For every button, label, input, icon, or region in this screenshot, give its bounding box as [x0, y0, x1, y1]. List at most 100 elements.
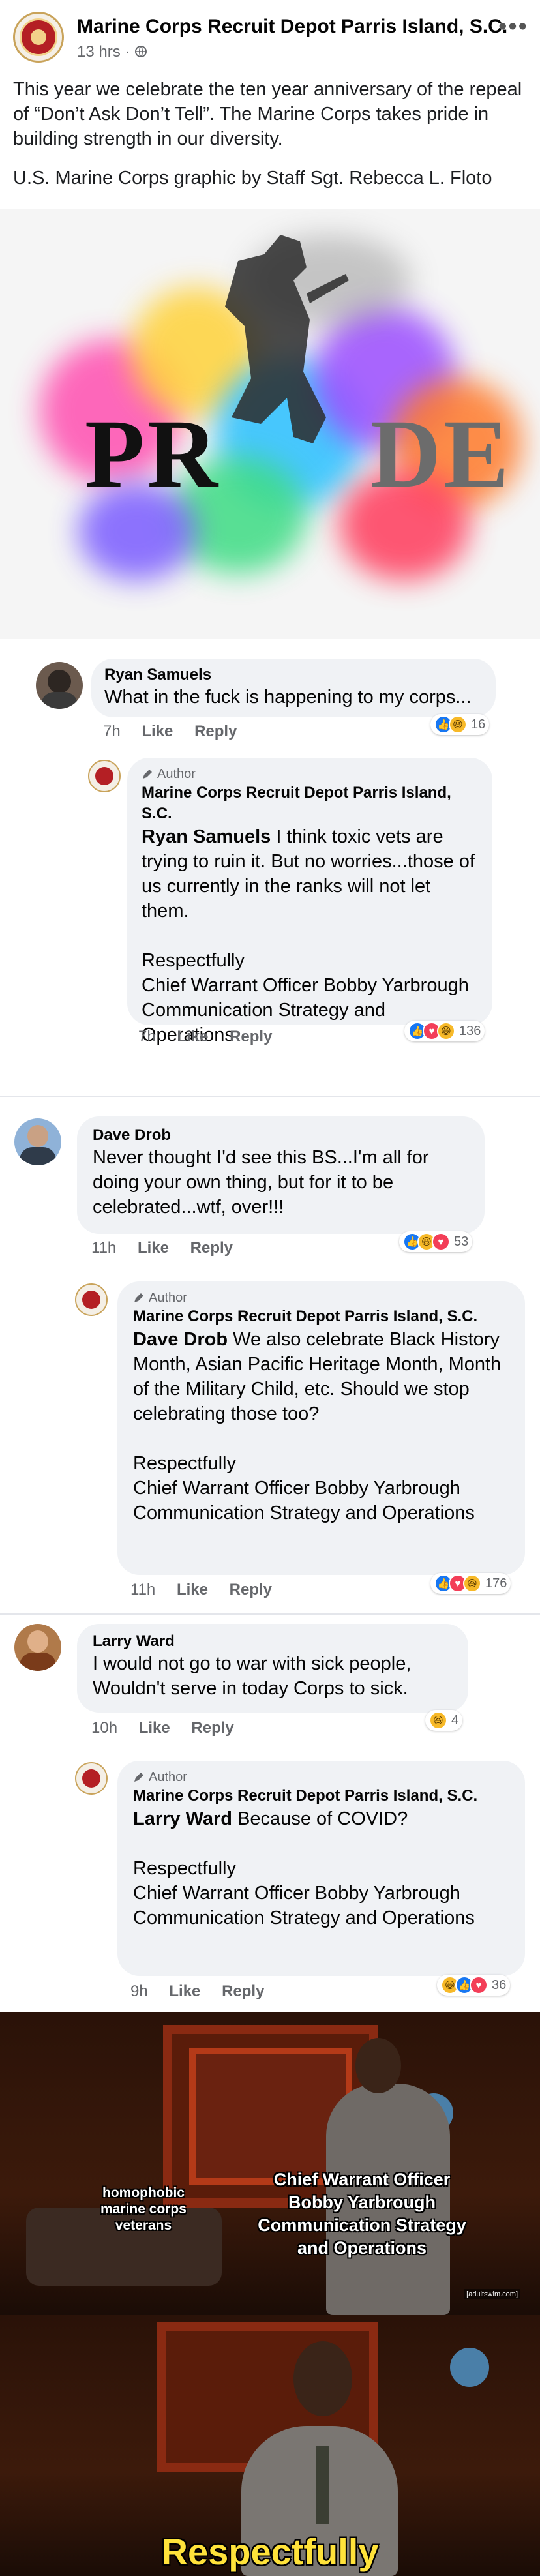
mention-link[interactable]: Larry Ward [133, 1808, 232, 1829]
reaction-summary[interactable]: 👍 😆 ♥ 53 [399, 1231, 473, 1252]
reply-signoff: Respectfully Chief Warrant Officer Bobby… [133, 1453, 475, 1523]
pencil-icon [143, 770, 152, 779]
reaction-count: 136 [459, 1023, 481, 1038]
reply-button[interactable]: Reply [191, 1719, 233, 1737]
like-button[interactable]: Like [138, 1239, 169, 1257]
like-button[interactable]: Like [177, 1581, 208, 1598]
comment-bubble: Dave Drob Never thought I'd see this BS.… [77, 1116, 485, 1234]
page-avatar[interactable] [13, 12, 64, 63]
pencil-icon [134, 1773, 143, 1782]
page-reply-avatar[interactable] [75, 1283, 108, 1316]
reply-button[interactable]: Reply [230, 1028, 272, 1045]
reply-bubble: Author Marine Corps Recruit Depot Parris… [117, 1281, 525, 1575]
like-button[interactable]: Like [142, 723, 173, 740]
commenter-name[interactable]: Dave Drob [93, 1126, 469, 1145]
comment-actions: 11h Like Reply [91, 1239, 250, 1257]
section-divider [0, 1096, 540, 1097]
comment-text: Never thought I'd see this BS...I'm all … [93, 1147, 429, 1218]
reaction-count: 36 [492, 1977, 507, 1992]
reply-button[interactable]: Reply [230, 1581, 272, 1598]
reply-button[interactable]: Reply [194, 723, 237, 740]
post-credit: U.S. Marine Corps graphic by Staff Sgt. … [13, 168, 492, 188]
reply-time[interactable]: 11h [130, 1581, 155, 1598]
tie [316, 2446, 329, 2524]
person-head [293, 2341, 352, 2416]
comment-time[interactable]: 10h [91, 1719, 117, 1737]
globe-lamp [450, 2348, 489, 2387]
reply-signoff: Respectfully Chief Warrant Officer Bobby… [133, 1858, 475, 1928]
author-badge: Author [142, 766, 478, 783]
pencil-icon [134, 1293, 143, 1302]
reply-time[interactable]: 7h [138, 1028, 156, 1045]
comment-actions: 7h Like Reply [103, 723, 254, 741]
commenter-name[interactable]: Ryan Samuels [104, 665, 483, 685]
watermark: [adultswim.com] [464, 2289, 520, 2299]
comment-bubble: Larry Ward I would not go to war with si… [77, 1624, 468, 1713]
pride-graphic[interactable]: PR DE [0, 209, 540, 639]
reply-time[interactable]: 9h [130, 1983, 148, 2000]
commenter-name[interactable]: Larry Ward [93, 1632, 453, 1651]
reply-bubble: Author Marine Corps Recruit Depot Parris… [127, 758, 492, 1045]
author-badge: Author [133, 1769, 509, 1786]
section-divider [0, 1613, 540, 1615]
reply-text: Larry Ward Because of COVID? [133, 1808, 408, 1829]
commenter-avatar[interactable] [14, 1624, 61, 1671]
comment-time[interactable]: 7h [103, 723, 121, 740]
page-reply-avatar[interactable] [75, 1762, 108, 1795]
mention-link[interactable]: Dave Drob [133, 1329, 228, 1350]
comment-time[interactable]: 11h [91, 1239, 116, 1257]
reply-button[interactable]: Reply [222, 1983, 264, 2000]
reply-author-name[interactable]: Marine Corps Recruit Depot Parris Island… [142, 783, 478, 824]
page-name[interactable]: Marine Corps Recruit Depot Parris Island… [77, 16, 507, 38]
meme-panel-bottom: Respectfully [0, 2315, 540, 2576]
comment-bubble: Ryan Samuels What in the fuck is happeni… [91, 659, 496, 717]
reply-author-name[interactable]: Marine Corps Recruit Depot Parris Island… [133, 1786, 509, 1806]
reaction-count: 4 [451, 1713, 459, 1728]
commenter-avatar[interactable] [14, 1118, 61, 1165]
comment-actions: 10h Like Reply [91, 1719, 251, 1737]
more-options-button[interactable]: ••• [498, 14, 528, 39]
reply-actions: 7h Like Reply [138, 1028, 289, 1046]
reply-text: Dave Drob We also celebrate Black Histor… [133, 1329, 502, 1424]
meme-right-label: Chief Warrant Officer Bobby Yarbrough Co… [258, 2170, 466, 2258]
comment-text: I would not go to war with sick people, … [93, 1653, 412, 1699]
reaction-summary[interactable]: 😆 👍 ♥ 36 [437, 1975, 511, 1996]
reply-actions: 11h Like Reply [130, 1581, 289, 1599]
reaction-summary[interactable]: 👍 ♥ 😆 176 [430, 1573, 511, 1594]
meme-left-label: homophobic marine corps veterans [100, 2185, 187, 2233]
person-head [355, 2038, 401, 2093]
reaction-summary[interactable]: 👍 ♥ 😆 136 [404, 1021, 485, 1041]
reaction-summary[interactable]: 😆 4 [425, 1710, 463, 1731]
reaction-count: 176 [485, 1576, 507, 1591]
meme-bottom-caption: Respectfully [161, 2531, 379, 2572]
post-meta: 13 hrs · [77, 43, 147, 61]
like-button[interactable]: Like [139, 1719, 170, 1737]
haha-reaction-icon: 😆 [429, 1711, 447, 1730]
reply-author-name[interactable]: Marine Corps Recruit Depot Parris Island… [133, 1306, 509, 1327]
haha-reaction-icon: 😆 [449, 715, 467, 734]
pride-title: PR DE [85, 400, 512, 508]
author-badge: Author [133, 1289, 509, 1306]
reply-text: Ryan Samuels I think toxic vets are tryi… [142, 826, 475, 921]
commenter-avatar[interactable] [36, 662, 83, 709]
love-reaction-icon: ♥ [470, 1976, 488, 1994]
love-reaction-icon: ♥ [432, 1233, 450, 1251]
reply-button[interactable]: Reply [190, 1239, 233, 1257]
like-button[interactable]: Like [177, 1028, 208, 1045]
reaction-count: 16 [471, 717, 486, 732]
like-button[interactable]: Like [169, 1983, 200, 2000]
post-time[interactable]: 13 hrs · [77, 43, 130, 61]
post-body: This year we celebrate the ten year anni… [13, 79, 522, 149]
post-header: Marine Corps Recruit Depot Parris Island… [0, 0, 540, 72]
mention-link[interactable]: Ryan Samuels [142, 826, 271, 847]
page-reply-avatar[interactable] [88, 760, 121, 792]
reply-actions: 9h Like Reply [130, 1983, 281, 2001]
globe-icon [135, 46, 147, 57]
seal-emblem [20, 18, 57, 56]
comment-text: What in the fuck is happening to my corp… [104, 687, 472, 708]
haha-reaction-icon: 😆 [437, 1022, 455, 1040]
facebook-post-screenshot: Marine Corps Recruit Depot Parris Island… [0, 0, 540, 2576]
reaction-summary[interactable]: 👍 😆 16 [430, 714, 490, 735]
reaction-count: 53 [454, 1234, 469, 1249]
haha-reaction-icon: 😆 [463, 1574, 481, 1593]
